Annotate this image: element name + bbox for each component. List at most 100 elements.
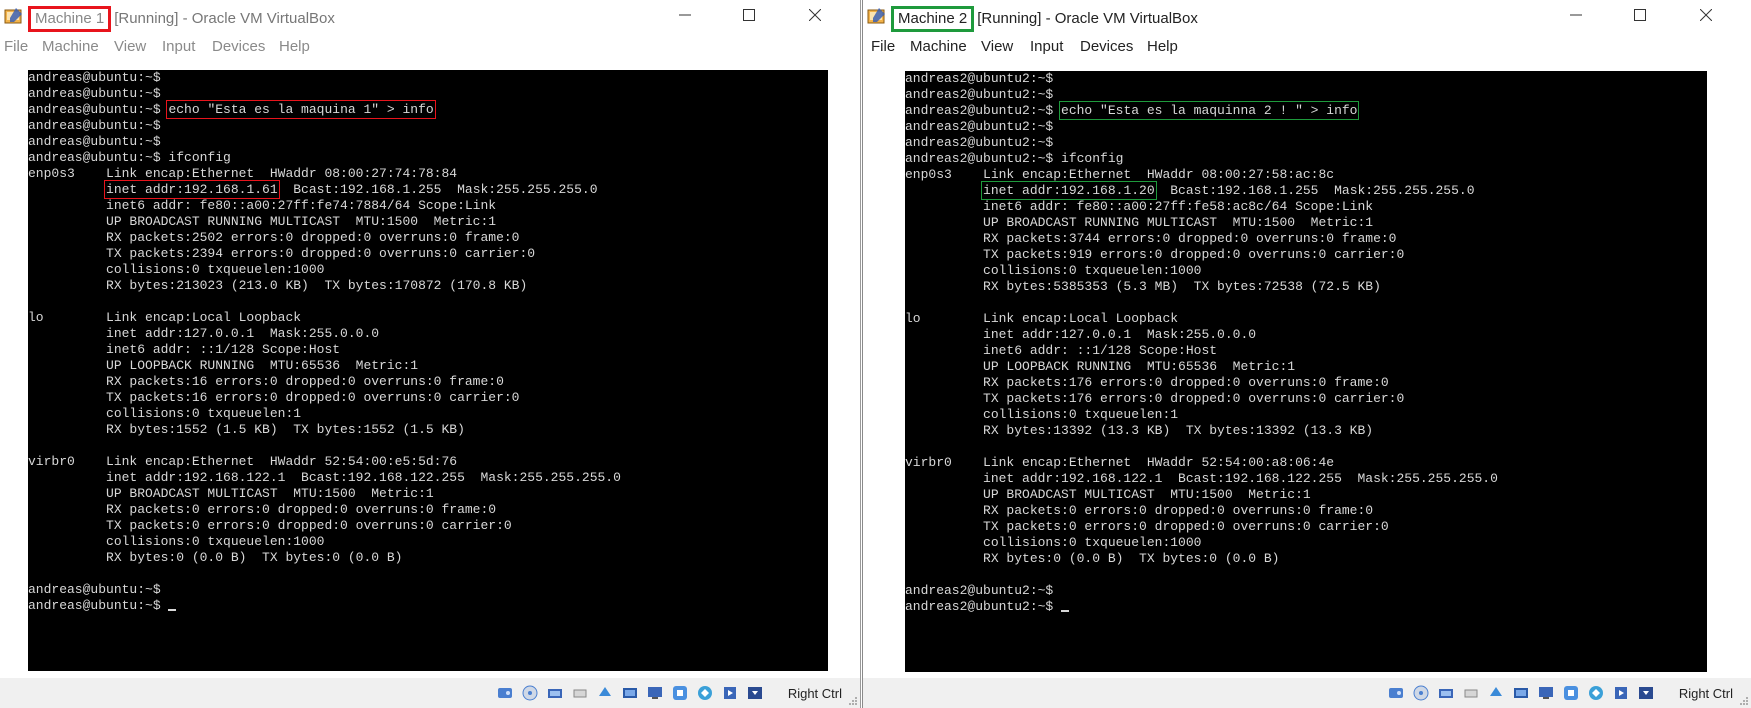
terminal-line: TX packets:176 errors:0 dropped:0 overru… [905, 391, 1405, 406]
terminal-line: andreas2@ubuntu2:~$ [905, 87, 1054, 102]
terminal-line: lo Link encap:Local Loopback [28, 310, 302, 325]
terminal-cursor [1061, 610, 1070, 612]
menu-file[interactable]: File [871, 38, 895, 55]
status-bar: Right Ctrl [0, 678, 860, 708]
terminal-line: RX bytes:213023 (213.0 KB) TX bytes:1708… [28, 278, 528, 293]
keyboard-icon[interactable] [746, 684, 764, 702]
resize-grip-icon[interactable] [1739, 696, 1749, 706]
terminal-line: inet addr:192.168.122.1 Bcast:192.168.12… [905, 471, 1498, 486]
shared-folders-icon[interactable] [1512, 684, 1530, 702]
close-button[interactable] [1683, 0, 1729, 30]
usb-icon[interactable] [596, 684, 614, 702]
network-icon[interactable] [1462, 684, 1480, 702]
terminal-line: RX packets:176 errors:0 dropped:0 overru… [905, 375, 1389, 390]
mouse-integration-icon[interactable] [1612, 684, 1630, 702]
video-capture-icon[interactable] [1562, 684, 1580, 702]
menu-bar: File Machine View Input Devices Help [0, 32, 860, 58]
cpu-icon[interactable] [1587, 684, 1605, 702]
minimize-icon [679, 14, 691, 16]
terminal-line: inet addr:192.168.1.61 Bcast:192.168.1.2… [28, 180, 828, 199]
minimize-icon [1570, 14, 1582, 16]
terminal-line: RX packets:16 errors:0 dropped:0 overrun… [28, 374, 504, 389]
minimize-button[interactable] [662, 0, 708, 30]
optical-drive-icon[interactable] [521, 684, 539, 702]
host-key-label: Right Ctrl [787, 686, 842, 701]
title-bar[interactable]: Machine 2 [Running] - Oracle VM VirtualBo… [863, 0, 1751, 32]
video-capture-icon[interactable] [671, 684, 689, 702]
terminal-line: andreas@ubuntu:~$ ifconfig [28, 150, 231, 165]
close-button[interactable] [792, 0, 838, 30]
hard-disk-icon[interactable] [496, 684, 514, 702]
terminal-line: andreas2@ubuntu2:~$ [905, 135, 1054, 150]
keyboard-icon[interactable] [1637, 684, 1655, 702]
vm-screen[interactable]: andreas2@ubuntu2:~$ andreas2@ubuntu2:~$ an… [905, 71, 1707, 672]
optical-drive-icon[interactable] [1412, 684, 1430, 702]
menu-machine[interactable]: Machine [910, 38, 967, 55]
terminal-line-prefix [905, 183, 983, 198]
terminal-line: RX packets:0 errors:0 dropped:0 overruns… [28, 502, 497, 517]
terminal-output: andreas2@ubuntu2:~$ andreas2@ubuntu2:~$ an… [905, 71, 1707, 615]
terminal-line: TX packets:2394 errors:0 dropped:0 overr… [28, 246, 536, 261]
shared-folders-icon[interactable] [621, 684, 639, 702]
terminal-line: inet6 addr: fe80::a00:27ff:fe58:ac8c/64 … [905, 199, 1374, 214]
terminal-line-suffix: Bcast:192.168.1.255 Mask:255.255.255.0 [277, 182, 598, 197]
close-icon [808, 8, 822, 22]
usb-icon[interactable] [1487, 684, 1505, 702]
minimize-button[interactable] [1553, 0, 1599, 30]
menu-file[interactable]: File [4, 38, 28, 55]
menu-view[interactable]: View [114, 38, 146, 55]
menu-view[interactable]: View [981, 38, 1013, 55]
terminal-line: andreas@ubuntu:~$ [28, 598, 828, 614]
terminal-line: TX packets:16 errors:0 dropped:0 overrun… [28, 390, 520, 405]
terminal-line-suffix: Bcast:192.168.1.255 Mask:255.255.255.0 [1154, 183, 1475, 198]
terminal-line: collisions:0 txqueuelen:1 [28, 406, 302, 421]
terminal-line: RX bytes:0 (0.0 B) TX bytes:0 (0.0 B) [905, 551, 1280, 566]
cpu-icon[interactable] [696, 684, 714, 702]
terminal-line: inet addr:192.168.122.1 Bcast:192.168.12… [28, 470, 621, 485]
audio-icon[interactable] [1437, 684, 1455, 702]
window-title-status: [Running] - Oracle VM VirtualBox [977, 10, 1198, 27]
terminal-line: UP BROADCAST MULTICAST MTU:1500 Metric:1 [905, 487, 1311, 502]
terminal-line: inet addr:127.0.0.1 Mask:255.0.0.0 [905, 327, 1257, 342]
terminal-line-prefix: andreas@ubuntu:~$ [28, 102, 169, 117]
maximize-button[interactable] [1617, 0, 1663, 30]
menu-input[interactable]: Input [162, 38, 195, 55]
display-icon[interactable] [646, 684, 664, 702]
menu-input[interactable]: Input [1030, 38, 1063, 55]
terminal-line: UP BROADCAST RUNNING MULTICAST MTU:1500 … [905, 215, 1374, 230]
maximize-button[interactable] [726, 0, 772, 30]
network-icon[interactable] [571, 684, 589, 702]
terminal-line: collisions:0 txqueuelen:1 [905, 407, 1179, 422]
status-bar: Right Ctrl [863, 678, 1751, 708]
mouse-integration-icon[interactable] [721, 684, 739, 702]
terminal-line: andreas2@ubuntu2:~$ echo "Esta es la maq… [905, 101, 1707, 120]
window-title: Machine 2 [Running] - Oracle VM VirtualBo… [891, 6, 1198, 32]
terminal-line: inet addr:127.0.0.1 Mask:255.0.0.0 [28, 326, 380, 341]
menu-devices[interactable]: Devices [212, 38, 265, 55]
status-icons [1387, 684, 1655, 702]
terminal-line: andreas2@ubuntu2:~$ [905, 583, 1054, 598]
virtualbox-app-icon [4, 8, 22, 24]
vm-screen[interactable]: andreas@ubuntu:~$ andreas@ubuntu:~$ andrea… [28, 70, 828, 671]
audio-icon[interactable] [546, 684, 564, 702]
resize-grip-icon[interactable] [848, 696, 858, 706]
vm-name-label: Machine 1 [28, 6, 112, 32]
terminal-line: UP BROADCAST MULTICAST MTU:1500 Metric:1 [28, 486, 434, 501]
hard-disk-icon[interactable] [1387, 684, 1405, 702]
terminal-line: andreas@ubuntu:~$ [28, 118, 161, 133]
terminal-line: collisions:0 txqueuelen:1000 [28, 262, 325, 277]
menu-help[interactable]: Help [1147, 38, 1178, 55]
menu-help[interactable]: Help [279, 38, 310, 55]
terminal-line: andreas@ubuntu:~$ [28, 582, 161, 597]
menu-devices[interactable]: Devices [1080, 38, 1133, 55]
terminal-line-prefix [28, 182, 106, 197]
highlighted-inet-address: inet addr:192.168.1.20 [981, 181, 1157, 200]
display-icon[interactable] [1537, 684, 1555, 702]
menu-machine[interactable]: Machine [42, 38, 99, 55]
title-bar[interactable]: Machine 1 [Running] - Oracle VM VirtualBo… [0, 0, 860, 32]
